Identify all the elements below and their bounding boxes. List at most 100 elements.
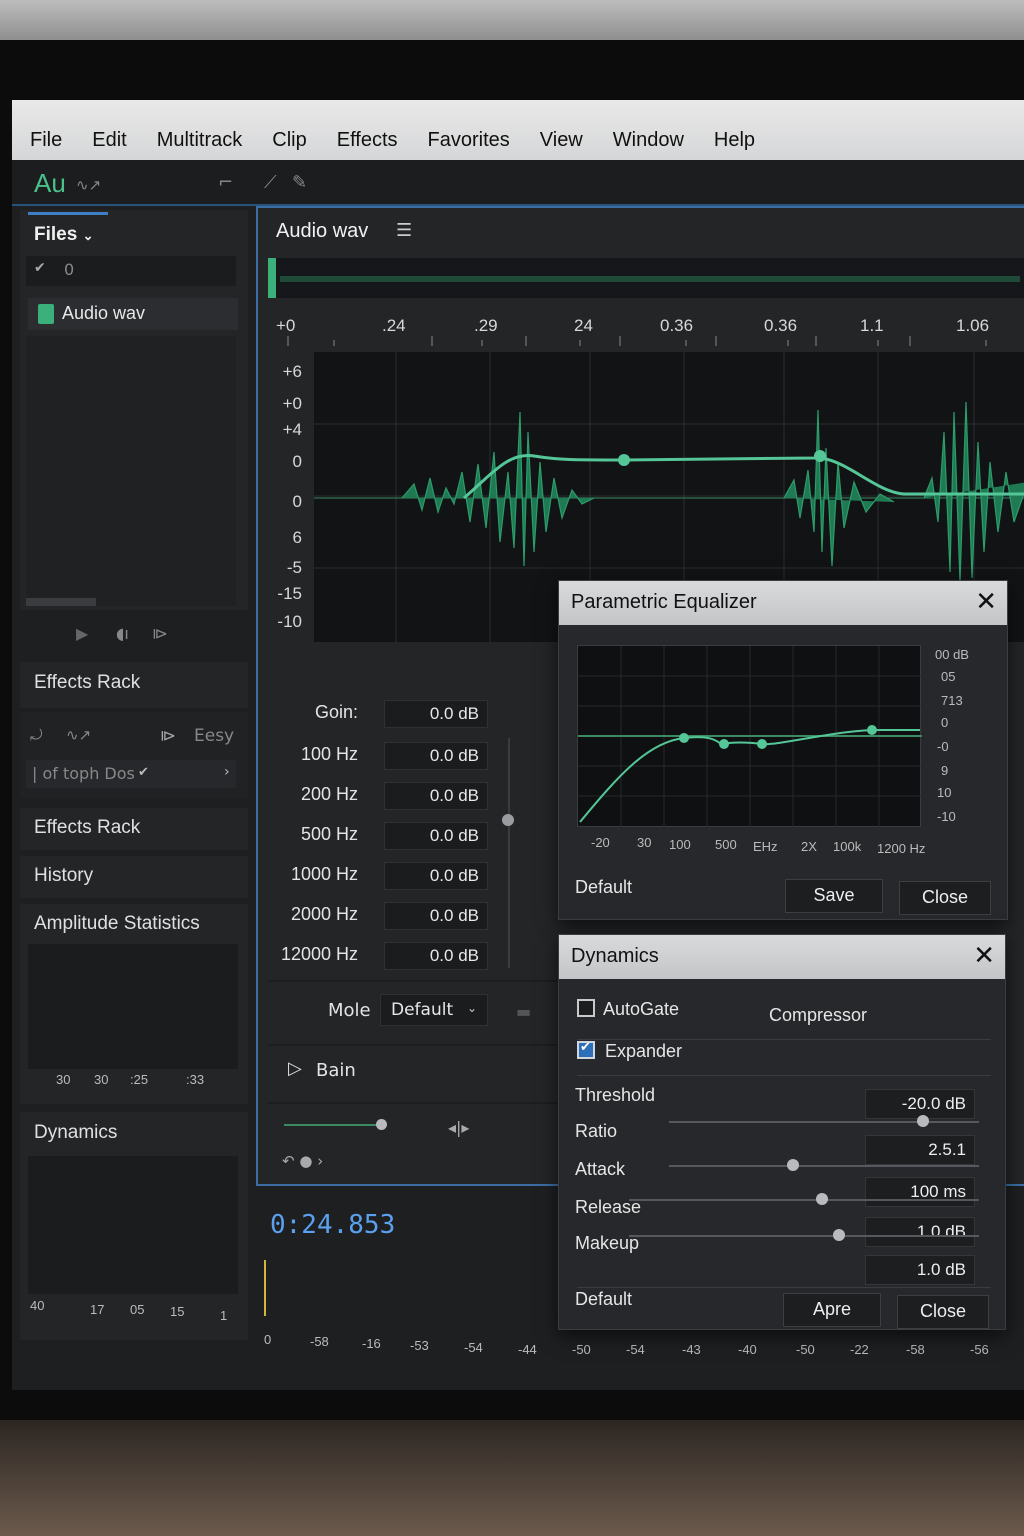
attack-label: Attack xyxy=(575,1159,626,1179)
eq-row-value[interactable]: 0.0 dB xyxy=(384,822,488,850)
waveform-mode-icon[interactable]: ∿↗ xyxy=(76,176,101,194)
playhead-marker[interactable] xyxy=(264,1260,266,1316)
eq-band-point[interactable] xyxy=(679,733,689,743)
eq-freq-label: -20 xyxy=(591,835,610,850)
attack-value[interactable]: 100 ms xyxy=(865,1177,975,1207)
eq-graph[interactable] xyxy=(577,645,922,828)
undo-icon[interactable]: ↶ ● › xyxy=(282,1152,323,1170)
effects-rack-panel: ⤾ ∿↗ ⧐ Eesy | of toph Dos ✔ › xyxy=(20,712,248,798)
close-button[interactable]: Close xyxy=(899,881,991,915)
eq-row-value[interactable]: 0.0 dB xyxy=(384,862,488,890)
dialog-titlebar[interactable]: Dynamics ✕ xyxy=(559,935,1005,979)
eq-row-value[interactable]: 0.0 dB xyxy=(384,942,488,970)
time-ruler[interactable]: +0 .24 .29 24 0.36 0.36 1.1 1.06 xyxy=(268,308,1024,348)
attack-slider-track[interactable] xyxy=(629,1199,979,1201)
chevron-right-icon[interactable]: › xyxy=(224,764,230,780)
parametric-equalizer-dialog: Parametric Equalizer ✕ 00 dB 05 713 0 -0… xyxy=(558,580,1008,920)
history-header: History xyxy=(20,856,248,898)
check-icon[interactable]: ✔ xyxy=(34,260,46,276)
files-list-area xyxy=(26,336,236,606)
attack-slider-knob[interactable] xyxy=(815,1193,828,1205)
eq-preset-label[interactable]: Default xyxy=(575,877,632,898)
ratio-slider-knob[interactable] xyxy=(787,1159,799,1171)
ruler-label: +0 xyxy=(276,316,296,335)
eq-row-value[interactable]: 0.0 dB xyxy=(384,742,488,770)
menu-edit[interactable]: Edit xyxy=(92,129,126,152)
overview-playhead[interactable] xyxy=(268,258,276,298)
threshold-slider-knob[interactable] xyxy=(917,1115,930,1127)
chevron-down-icon[interactable]: ⌄ xyxy=(467,1001,477,1015)
loop-icon[interactable]: ◖ı xyxy=(116,624,129,643)
save-button[interactable]: Save xyxy=(785,879,883,913)
split-icon[interactable]: ◂|▸ xyxy=(448,1118,469,1137)
eq-freq-label: 100 xyxy=(669,837,691,852)
divider xyxy=(577,1287,991,1288)
apply-button[interactable]: Apre xyxy=(783,1293,881,1327)
check-icon[interactable]: ✔ xyxy=(138,765,149,780)
insert-icon[interactable]: ⧐ xyxy=(152,624,168,643)
menu-view[interactable]: View xyxy=(540,129,583,152)
effects-rack-2-header: Effects Rack xyxy=(20,808,248,850)
files-transport: ▶ ◖ı ⧐ xyxy=(20,614,248,658)
mode-dropdown[interactable]: Default ⌄ xyxy=(380,994,488,1026)
envelope-point[interactable] xyxy=(618,454,630,466)
eq-row-value[interactable]: 0.0 dB xyxy=(384,782,488,810)
menu-file[interactable]: File xyxy=(30,129,62,152)
files-filter-row[interactable]: ✔ 0 xyxy=(26,256,236,286)
rack-insert-icon[interactable]: ⧐ xyxy=(160,726,176,745)
bottom-ruler-label: -54 xyxy=(464,1340,483,1355)
marquee-tool-icon[interactable]: ⌐ xyxy=(218,172,233,193)
envelope-point[interactable] xyxy=(814,450,826,462)
dialog-titlebar[interactable]: Parametric Equalizer ✕ xyxy=(559,581,1007,625)
release-value[interactable]: 1.0 dB xyxy=(865,1217,975,1247)
release-slider-knob[interactable] xyxy=(833,1229,845,1241)
play-icon[interactable]: ▷ xyxy=(288,1058,302,1079)
menu-window[interactable]: Window xyxy=(613,129,684,152)
brush-tool-icon[interactable]: ✎ xyxy=(292,172,307,193)
menu-multitrack[interactable]: Multitrack xyxy=(157,129,243,152)
volume-slider-track[interactable] xyxy=(284,1124,384,1126)
list-icon[interactable]: ▬ xyxy=(516,1002,531,1021)
ratio-slider-track[interactable] xyxy=(669,1165,979,1167)
close-button[interactable]: Close xyxy=(897,1295,989,1329)
dynamics-left-title: Dynamics xyxy=(34,1122,118,1143)
eq-band-point[interactable] xyxy=(867,725,877,735)
play-icon[interactable]: ▶ xyxy=(76,624,88,643)
rack-power-icon[interactable]: ⤾ xyxy=(30,726,43,744)
dynamics-preset-label[interactable]: Default xyxy=(575,1289,632,1310)
rack-wave-icon[interactable]: ∿↗ xyxy=(66,726,91,744)
menu-clip[interactable]: Clip xyxy=(272,129,306,152)
eq-row-value[interactable]: 0.0 dB xyxy=(384,700,488,728)
dyn-tick: 17 xyxy=(90,1302,105,1317)
volume-slider-knob[interactable] xyxy=(376,1119,387,1130)
panel-menu-icon[interactable]: ☰ xyxy=(396,220,412,241)
close-icon[interactable]: ✕ xyxy=(973,941,995,971)
file-item-audio-wav[interactable]: Audio wav xyxy=(28,298,238,330)
amplitude-statistics-panel: Amplitude Statistics 30 30 :25 :33 xyxy=(20,904,248,1104)
compressor-tab[interactable]: Compressor xyxy=(769,1005,867,1026)
menu-help[interactable]: Help xyxy=(714,129,755,152)
files-scrollbar[interactable] xyxy=(26,598,96,606)
close-icon[interactable]: ✕ xyxy=(975,587,997,617)
menu-favorites[interactable]: Favorites xyxy=(428,129,510,152)
eq-row-label: 200 Hz xyxy=(300,784,358,804)
chevron-down-icon[interactable]: ⌄ xyxy=(83,228,94,243)
rack-preset-label[interactable]: Eesy xyxy=(194,726,234,746)
bottom-ruler-label: -16 xyxy=(362,1336,381,1351)
eq-band-point[interactable] xyxy=(719,739,729,749)
autogate-checkbox[interactable] xyxy=(577,999,595,1017)
expander-checkbox[interactable]: ✔ xyxy=(577,1040,595,1059)
files-tab[interactable]: Files ⌄ xyxy=(34,224,94,246)
overview-bar[interactable] xyxy=(268,258,1024,298)
ratio-value[interactable]: 2.5.1 xyxy=(865,1135,975,1165)
eq-row-value[interactable]: 0.0 dB xyxy=(384,902,488,930)
eq-vertical-slider-track[interactable] xyxy=(508,738,510,968)
menu-effects[interactable]: Effects xyxy=(337,129,398,152)
makeup-value[interactable]: 1.0 dB xyxy=(865,1255,975,1285)
eq-band-point[interactable] xyxy=(757,739,767,749)
eq-vertical-slider-knob[interactable] xyxy=(502,814,514,826)
threshold-slider-track[interactable] xyxy=(669,1121,979,1123)
rack-slot[interactable]: | of toph Dos ✔ › xyxy=(26,760,236,788)
release-slider-track[interactable] xyxy=(629,1235,979,1237)
time-selection-tool-icon[interactable]: ⟋ xyxy=(264,172,277,193)
